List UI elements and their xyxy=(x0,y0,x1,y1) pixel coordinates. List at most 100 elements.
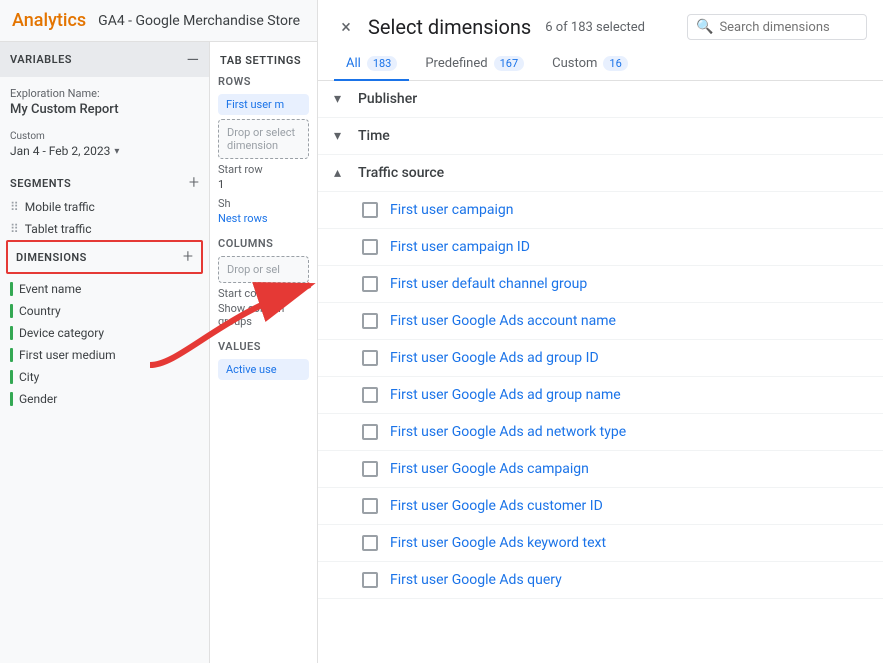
dimensions-list: ▾ Publisher ▾ Time ▴ Traffic source Firs… xyxy=(318,81,883,663)
select-dimensions-modal: × Select dimensions 6 of 183 selected 🔍 … xyxy=(318,0,883,663)
green-bar-icon xyxy=(10,326,13,340)
search-area[interactable]: 🔍 xyxy=(687,14,867,40)
dimensions-header-box: DIMENSIONS + xyxy=(6,240,203,274)
dimension-label: First user Google Ads ad group name xyxy=(390,387,621,403)
dimension-checkbox[interactable] xyxy=(362,572,378,588)
dimension-item-first-user-medium[interactable]: First user medium xyxy=(0,344,209,366)
selected-count: 6 of 183 selected xyxy=(545,20,645,35)
date-value-button[interactable]: Jan 4 - Feb 2, 2023 ▾ xyxy=(10,144,199,158)
add-dimension-button[interactable]: + xyxy=(183,248,193,266)
green-bar-icon xyxy=(10,304,13,318)
dimension-label: Country xyxy=(19,304,61,318)
dimension-row-first-user-google-ads-customer[interactable]: First user Google Ads customer ID xyxy=(318,488,883,525)
dimension-row-first-user-google-ads-keyword[interactable]: First user Google Ads keyword text xyxy=(318,525,883,562)
tab-all-label: All xyxy=(346,56,361,71)
show-rows-label: Sh xyxy=(218,197,309,210)
dimension-checkbox[interactable] xyxy=(362,387,378,403)
chevron-down-icon: ▾ xyxy=(334,128,350,144)
analytics-title: Analytics xyxy=(12,10,86,31)
dimension-row-first-user-google-ads-group-id[interactable]: First user Google Ads ad group ID xyxy=(318,340,883,377)
dimension-checkbox[interactable] xyxy=(362,350,378,366)
dimension-item-event-name[interactable]: Event name xyxy=(0,278,209,300)
dimension-label: First user campaign ID xyxy=(390,239,530,255)
close-button[interactable]: × xyxy=(334,15,358,39)
tab-custom[interactable]: Custom 16 xyxy=(540,48,640,81)
segment-label: Tablet traffic xyxy=(25,222,92,236)
category-publisher[interactable]: ▾ Publisher xyxy=(318,81,883,118)
dimension-row-first-user-google-ads-campaign[interactable]: First user Google Ads campaign xyxy=(318,451,883,488)
columns-drop-label: Drop or sel xyxy=(227,263,280,276)
dimension-checkbox[interactable] xyxy=(362,313,378,329)
add-segment-button[interactable]: + xyxy=(189,174,199,192)
nest-rows-button[interactable]: Nest rows xyxy=(218,212,309,225)
show-column-groups-label: Show column groups xyxy=(218,302,309,328)
dimension-label: First user Google Ads ad network type xyxy=(390,424,626,440)
dimension-label: First user Google Ads query xyxy=(390,572,562,588)
category-traffic-source[interactable]: ▴ Traffic source xyxy=(318,155,883,192)
category-name: Time xyxy=(358,128,390,144)
date-text: Jan 4 - Feb 2, 2023 xyxy=(10,144,110,158)
dimension-checkbox[interactable] xyxy=(362,535,378,551)
values-title: VALUES xyxy=(218,340,309,353)
columns-section: COLUMNS Drop or sel Start column g Show … xyxy=(218,237,309,328)
drag-handle-icon: ⠿ xyxy=(10,200,19,214)
tab-custom-badge: 16 xyxy=(603,56,627,71)
tab-settings-title: Tab Settings xyxy=(218,50,309,75)
dimension-row-first-user-google-ads-group-name[interactable]: First user Google Ads ad group name xyxy=(318,377,883,414)
dimension-label: First user Google Ads campaign xyxy=(390,461,589,477)
tab-all[interactable]: All 183 xyxy=(334,48,409,81)
dimension-row-first-user-default-channel[interactable]: First user default channel group xyxy=(318,266,883,303)
tab-settings-panel: Tab Settings ROWS First user m Drop or s… xyxy=(210,42,317,663)
first-user-chip-label: First user m xyxy=(226,98,284,111)
ga4-title: GA4 - Google Merchandise Store xyxy=(98,13,300,29)
segment-item-tablet[interactable]: ⠿ Tablet traffic xyxy=(0,218,209,240)
dimension-row-first-user-google-ads-account[interactable]: First user Google Ads account name xyxy=(318,303,883,340)
tabs-row: All 183 Predefined 167 Custom 16 xyxy=(318,40,883,81)
date-section: Custom Jan 4 - Feb 2, 2023 ▾ xyxy=(0,123,209,166)
dimension-label: City xyxy=(19,370,39,384)
dimension-checkbox[interactable] xyxy=(362,424,378,440)
segments-title: SEGMENTS xyxy=(10,177,71,190)
dimension-item-device-category[interactable]: Device category xyxy=(0,322,209,344)
dimension-checkbox[interactable] xyxy=(362,202,378,218)
dimension-checkbox[interactable] xyxy=(362,239,378,255)
rows-title: ROWS xyxy=(218,75,309,88)
dimension-label: First user medium xyxy=(19,348,116,362)
dimension-item-city[interactable]: City xyxy=(0,366,209,388)
search-icon: 🔍 xyxy=(696,19,713,35)
dimension-row-first-user-campaign[interactable]: First user campaign xyxy=(318,192,883,229)
tab-predefined[interactable]: Predefined 167 xyxy=(413,48,536,81)
modal-header: × Select dimensions 6 of 183 selected 🔍 xyxy=(318,0,883,40)
segment-item-mobile[interactable]: ⠿ Mobile traffic xyxy=(0,196,209,218)
dimension-row-first-user-campaign-id[interactable]: First user campaign ID xyxy=(318,229,883,266)
first-user-chip[interactable]: First user m xyxy=(218,94,309,115)
segments-section-header: SEGMENTS + xyxy=(0,166,209,196)
dimension-item-country[interactable]: Country xyxy=(0,300,209,322)
tab-all-badge: 183 xyxy=(367,56,398,71)
dimension-row-first-user-google-ads-network[interactable]: First user Google Ads ad network type xyxy=(318,414,883,451)
dimension-label: Device category xyxy=(19,326,104,340)
category-name: Publisher xyxy=(358,91,417,107)
dimension-label: First user Google Ads account name xyxy=(390,313,616,329)
active-use-chip[interactable]: Active use xyxy=(218,359,309,380)
rows-drop-zone[interactable]: Drop or select dimension xyxy=(218,119,309,159)
columns-drop-zone[interactable]: Drop or sel xyxy=(218,256,309,283)
variables-title: Variables xyxy=(10,53,72,66)
modal-title: Select dimensions xyxy=(368,15,531,39)
values-section: VALUES Active use xyxy=(218,340,309,380)
dimension-checkbox[interactable] xyxy=(362,498,378,514)
dimension-row-first-user-google-ads-query[interactable]: First user Google Ads query xyxy=(318,562,883,599)
dimensions-header: DIMENSIONS + xyxy=(8,242,201,272)
dimension-checkbox[interactable] xyxy=(362,276,378,292)
variables-collapse-button[interactable]: — xyxy=(187,50,200,69)
tab-predefined-label: Predefined xyxy=(425,56,487,71)
dimension-label: First user Google Ads customer ID xyxy=(390,498,603,514)
dimension-checkbox[interactable] xyxy=(362,461,378,477)
tab-custom-label: Custom xyxy=(552,56,597,71)
category-time[interactable]: ▾ Time xyxy=(318,118,883,155)
dimension-item-gender[interactable]: Gender xyxy=(0,388,209,410)
green-bar-icon xyxy=(10,282,13,296)
exploration-name: My Custom Report xyxy=(10,102,199,117)
search-input[interactable] xyxy=(719,20,849,35)
dimension-label: First user Google Ads keyword text xyxy=(390,535,606,551)
